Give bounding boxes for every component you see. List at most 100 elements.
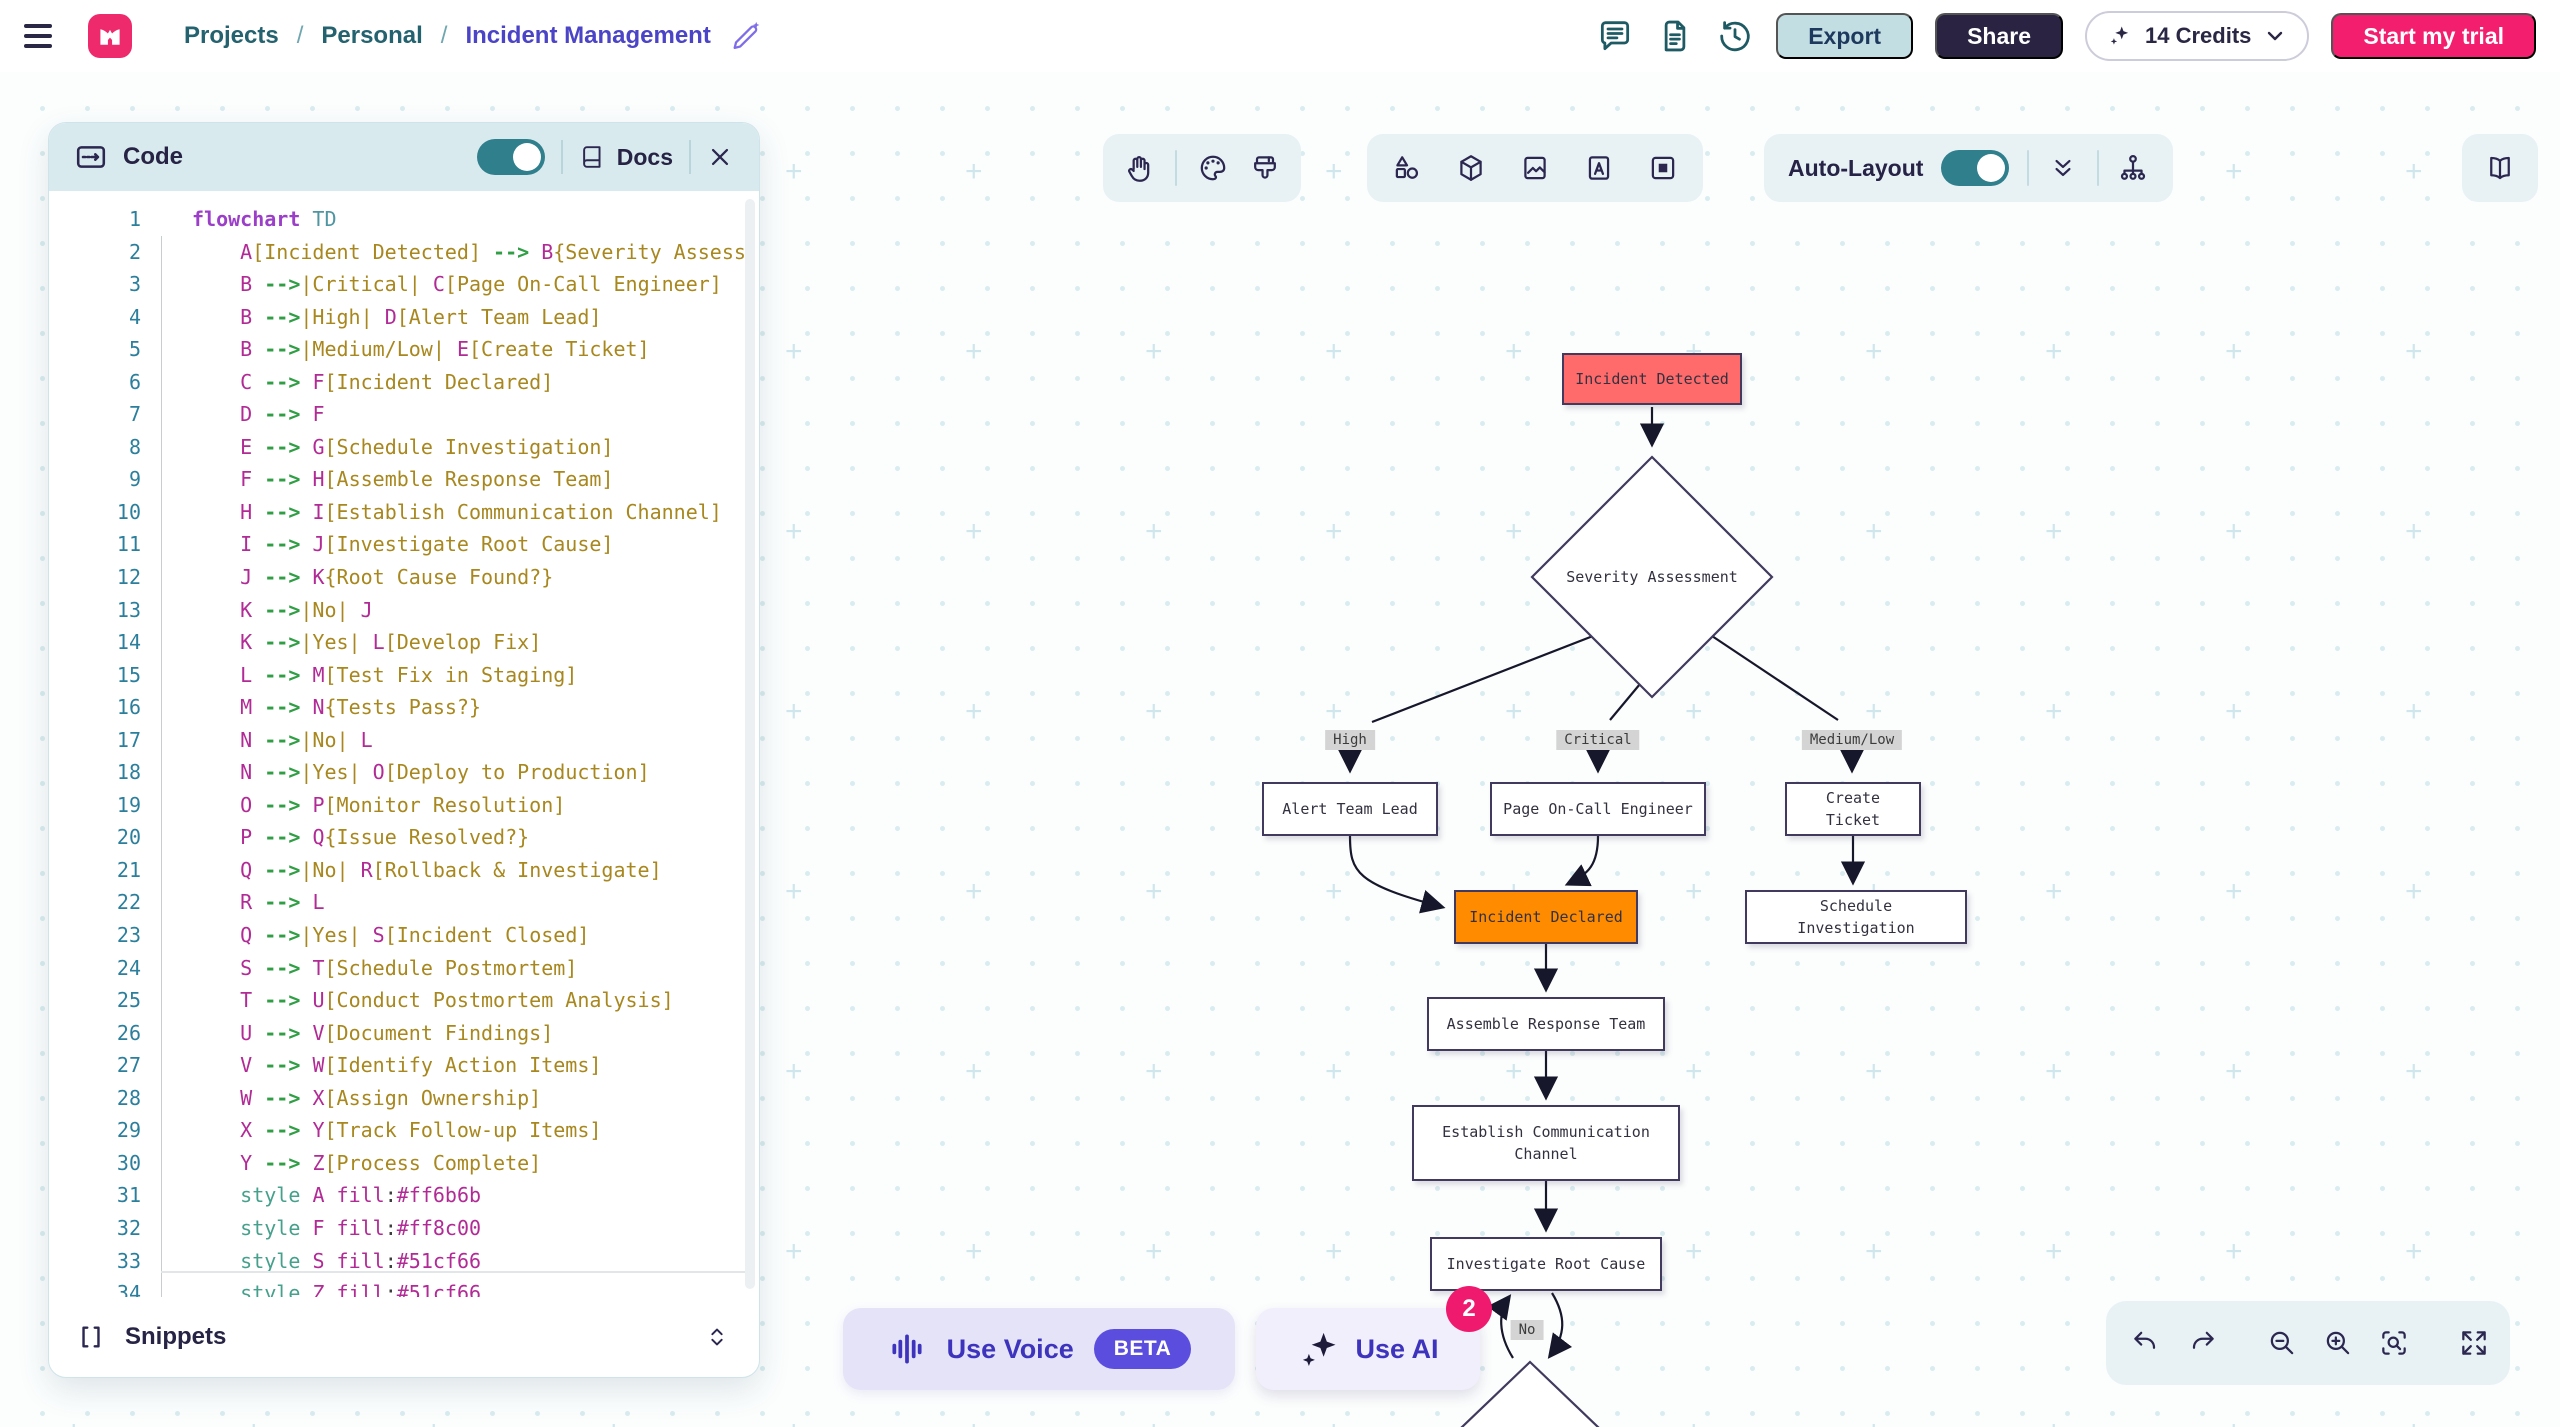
flowchart-node-alert-team-lead[interactable]: Alert Team Lead	[1262, 782, 1438, 836]
editor-scrollbar[interactable]	[745, 199, 755, 1289]
start-trial-button[interactable]: Start my trial	[2331, 13, 2536, 59]
insert-tools-group	[1367, 134, 1703, 202]
insert-text-button[interactable]	[1583, 152, 1615, 184]
zoom-out-icon	[2266, 1327, 2298, 1359]
close-icon	[707, 144, 733, 170]
top-bar: Projects / Personal / Incident Managemen…	[0, 0, 2560, 72]
share-button[interactable]: Share	[1935, 13, 2063, 59]
code-sync-toggle[interactable]	[477, 139, 545, 175]
hierarchy-tree-icon	[2117, 152, 2149, 184]
flowchart-node-establish-communication-channel[interactable]: Establish Communication Channel	[1412, 1105, 1680, 1181]
open-book-icon	[2484, 152, 2516, 184]
image-icon	[1519, 152, 1551, 184]
insert-frame-button[interactable]	[1647, 152, 1679, 184]
docs-label: Docs	[617, 144, 673, 171]
zoom-in-icon	[2322, 1327, 2354, 1359]
docs-button[interactable]: Docs	[579, 143, 673, 171]
auto-layout-label: Auto-Layout	[1788, 155, 1923, 182]
cube-icon	[1455, 152, 1487, 184]
ai-credit-badge: 2	[1446, 1286, 1492, 1332]
code-lines: 1flowchart TD2 A[Incident Detected] --> …	[49, 203, 759, 1297]
editor-divider	[161, 1271, 747, 1273]
app-window: ++++++++++++++++++++++++++++++++++++++++…	[0, 0, 2560, 1427]
history-icon[interactable]	[1716, 17, 1754, 55]
palette-icon	[1197, 152, 1229, 184]
book-icon	[579, 143, 607, 171]
code-panel: Code Docs 1flowchart TD2 A[Incident Dete…	[48, 122, 760, 1378]
document-icon[interactable]	[1656, 17, 1694, 55]
collapse-all-button[interactable]	[2047, 152, 2079, 184]
use-voice-button[interactable]: Use Voice BETA	[843, 1308, 1235, 1390]
fullscreen-button[interactable]	[2458, 1327, 2490, 1359]
double-chevron-down-icon	[2047, 152, 2079, 184]
toolbar-divider	[2097, 150, 2099, 186]
flowchart-node-incident-detected[interactable]: Incident Detected	[1562, 353, 1742, 405]
paint-style-button[interactable]	[1249, 152, 1281, 184]
rename-pencil-icon[interactable]	[729, 19, 763, 53]
insert-3d-shape-button[interactable]	[1455, 152, 1487, 184]
zoom-out-button[interactable]	[2266, 1327, 2298, 1359]
hand-tool-button[interactable]	[1123, 152, 1155, 184]
auto-layout-toggle[interactable]	[1941, 150, 2009, 186]
flowchart-node-incident-declared[interactable]: Incident Declared	[1454, 890, 1638, 944]
use-ai-button[interactable]: Use AI	[1256, 1308, 1480, 1390]
use-voice-label: Use Voice	[947, 1334, 1074, 1365]
snippets-bar[interactable]: Snippets	[49, 1297, 759, 1377]
beta-badge: BETA	[1094, 1329, 1192, 1369]
insert-shape-button[interactable]	[1391, 152, 1423, 184]
canvas-navigation-toolbar	[2106, 1301, 2510, 1385]
redo-icon	[2186, 1327, 2218, 1359]
undo-icon	[2130, 1327, 2162, 1359]
chevron-down-icon	[2263, 24, 2287, 48]
layout-direction-button[interactable]	[2117, 152, 2149, 184]
code-editor[interactable]: 1flowchart TD2 A[Incident Detected] --> …	[49, 191, 759, 1297]
flowchart-label-severity-assessment[interactable]: Severity Assessment	[1566, 568, 1738, 586]
snippets-expand-button[interactable]	[703, 1323, 731, 1351]
breadcrumb-separator: /	[297, 22, 304, 50]
flowchart-node-create-ticket[interactable]: Create Ticket	[1785, 782, 1921, 836]
use-ai-label: Use AI	[1355, 1334, 1438, 1365]
credits-menu[interactable]: 14 Credits	[2085, 11, 2309, 61]
panel-divider	[561, 140, 563, 174]
breadcrumb-document-title[interactable]: Incident Management	[465, 22, 710, 50]
chevron-up-down-icon	[703, 1323, 731, 1351]
code-panel-icon	[75, 141, 107, 173]
scan-search-icon	[2378, 1327, 2410, 1359]
zoom-to-fit-button[interactable]	[2378, 1327, 2410, 1359]
credits-label: 14 Credits	[2145, 23, 2251, 49]
edge-label-critical: Critical	[1556, 730, 1639, 750]
insert-image-button[interactable]	[1519, 152, 1551, 184]
ai-sparkle-icon	[1297, 1328, 1339, 1370]
toolbar-divider	[2027, 150, 2029, 186]
comments-icon[interactable]	[1596, 17, 1634, 55]
voice-waveform-icon	[887, 1329, 927, 1369]
undo-button[interactable]	[2130, 1327, 2162, 1359]
breadcrumb: Projects / Personal / Incident Managemen…	[184, 19, 763, 53]
app-logo[interactable]	[88, 14, 132, 58]
flowchart-node-schedule-investigation[interactable]: Schedule Investigation	[1745, 890, 1967, 944]
breadcrumb-projects[interactable]: Projects	[184, 22, 279, 50]
theme-palette-button[interactable]	[1197, 152, 1229, 184]
paintbrush-icon	[1249, 152, 1281, 184]
edge-label-high: High	[1325, 730, 1375, 750]
redo-button[interactable]	[2186, 1327, 2218, 1359]
mermaid-logo-icon	[94, 20, 126, 52]
hand-icon	[1123, 152, 1155, 184]
edge-label-medium-low: Medium/Low	[1802, 730, 1902, 750]
shapes-icon	[1391, 152, 1423, 184]
brackets-icon	[77, 1323, 105, 1351]
panel-divider	[689, 140, 691, 174]
breadcrumb-personal[interactable]: Personal	[321, 22, 422, 50]
canvas-tools-group	[1103, 134, 1301, 202]
close-code-panel-button[interactable]	[707, 144, 733, 170]
toolbar-divider	[1175, 150, 1177, 186]
flowchart-node-page-on-call-engineer[interactable]: Page On-Call Engineer	[1490, 782, 1706, 836]
flowchart-node-assemble-response-team[interactable]: Assemble Response Team	[1427, 997, 1665, 1051]
whiteboard-docs-button[interactable]	[2462, 134, 2538, 202]
layout-tools-group: Auto-Layout	[1764, 134, 2173, 202]
zoom-in-button[interactable]	[2322, 1327, 2354, 1359]
flowchart-node-investigate-root-cause[interactable]: Investigate Root Cause	[1430, 1237, 1662, 1291]
export-button[interactable]: Export	[1776, 13, 1913, 59]
menu-button[interactable]	[24, 16, 64, 56]
code-panel-header: Code Docs	[49, 123, 759, 191]
